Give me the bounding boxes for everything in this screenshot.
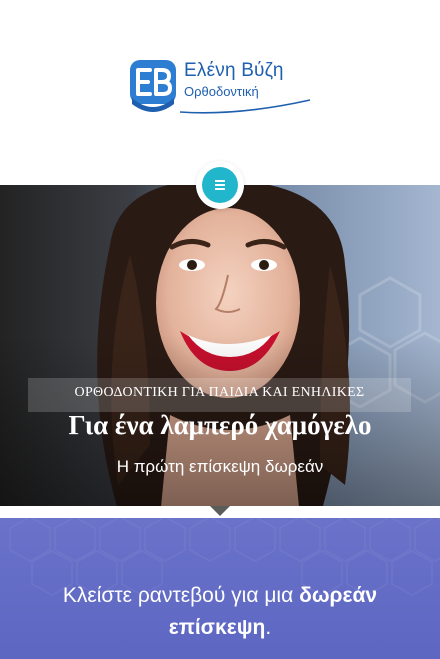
booking-text-end: . <box>265 616 272 639</box>
brand-logo[interactable]: Ελένη Βύζη Ορθοδοντική <box>128 58 318 120</box>
hamburger-icon <box>215 180 225 190</box>
logo-swoosh-icon <box>179 99 311 114</box>
menu-toggle-button[interactable] <box>196 161 244 209</box>
section-notch <box>210 506 230 516</box>
site-header: Ελένη Βύζη Ορθοδοντική <box>0 0 440 185</box>
booking-section: Κλείστε ραντεβού για μια δωρεάν επίσκεψη… <box>0 518 440 659</box>
menu-toggle-circle[interactable] <box>202 167 238 203</box>
hero-banner: ΟΡΘΟΔΟΝΤΙΚΗ ΓΙΑ ΠΑΙΔΙΑ ΚΑΙ ΕΝΗΛΙΚΕΣ Για … <box>0 185 440 517</box>
brand-name: Ελένη Βύζη <box>184 60 284 81</box>
booking-cta-text[interactable]: Κλείστε ραντεβού για μια δωρεάν επίσκεψη… <box>30 580 410 644</box>
hero-tagline: ΟΡΘΟΔΟΝΤΙΚΗ ΓΙΑ ΠΑΙΔΙΑ ΚΑΙ ΕΝΗΛΙΚΕΣ <box>74 385 365 400</box>
booking-text-normal: Κλείστε ραντεβού για μια <box>62 584 300 607</box>
hero-subtitle: Η πρώτη επίσκεψη δωρεάν <box>116 457 324 476</box>
logo-mark-icon <box>130 60 176 112</box>
hero-title: Για ένα λαμπερό χαμόγελο <box>68 410 372 440</box>
